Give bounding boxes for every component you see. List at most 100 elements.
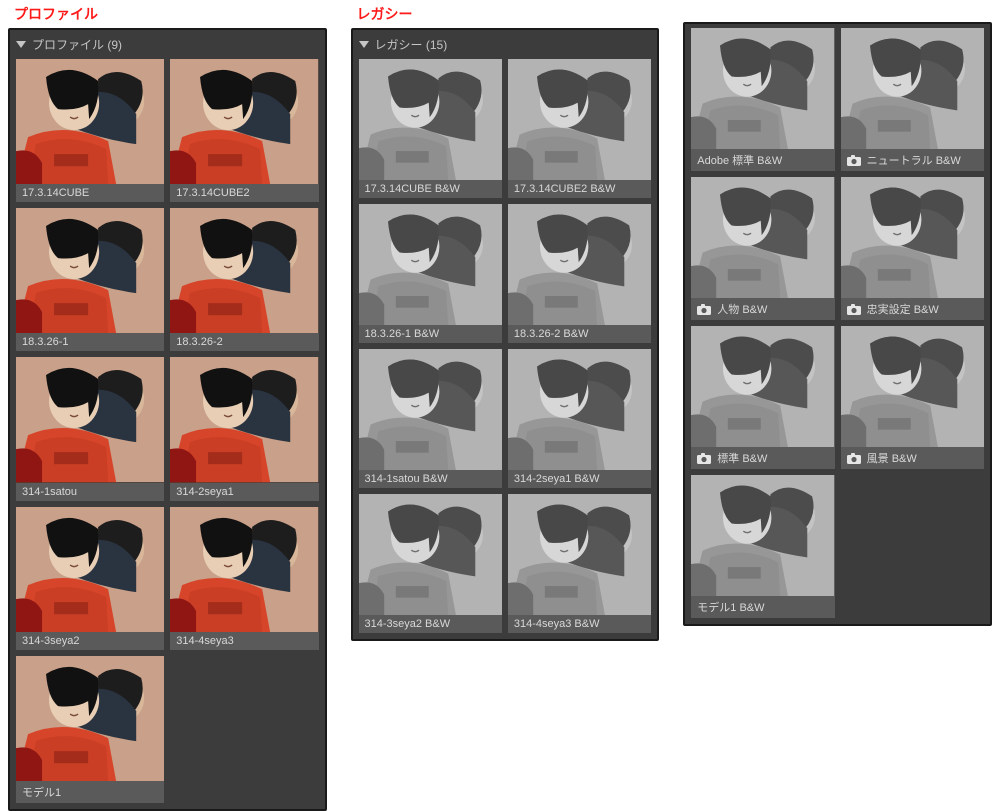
panel-legacy-cont: Adobe 標準 B&W ニュートラル B&W 人物 B&W 忠実設定 B&W 標準 B… xyxy=(683,22,992,626)
profile-tile[interactable]: 人物 B&W xyxy=(691,177,834,320)
panel-legacy: レガシー (15) 17.3.14CUBE B&W 17.3.14CUBE2 B&… xyxy=(351,28,660,641)
profile-label: 17.3.14CUBE xyxy=(22,187,89,199)
profile-caption: 314-4seya3 xyxy=(170,632,318,650)
profile-caption: 標準 B&W xyxy=(691,447,834,469)
profile-label: 314-1satou B&W xyxy=(365,473,448,485)
profile-caption: 18.3.26-1 B&W xyxy=(359,325,502,343)
profile-thumbnail xyxy=(16,208,164,333)
profile-label: 18.3.26-2 B&W xyxy=(514,328,589,340)
profile-tile[interactable]: 17.3.14CUBE B&W xyxy=(359,59,502,198)
profile-tile[interactable]: 314-2seya1 B&W xyxy=(508,349,651,488)
profile-thumbnail xyxy=(359,494,502,615)
profile-tile[interactable]: 18.3.26-2 xyxy=(170,208,318,351)
profile-tile[interactable]: 18.3.26-1 B&W xyxy=(359,204,502,343)
camera-icon xyxy=(847,304,861,315)
section-label-profile: プロファイル xyxy=(14,4,327,24)
profile-tile[interactable]: 314-3seya2 xyxy=(16,507,164,650)
profile-label: 314-4seya3 xyxy=(176,635,234,647)
profile-thumbnail xyxy=(170,59,318,184)
profile-caption: 17.3.14CUBE B&W xyxy=(359,180,502,198)
profile-thumbnail xyxy=(508,204,651,325)
profile-label: 314-2seya1 xyxy=(176,486,234,498)
profile-caption: 314-3seya2 xyxy=(16,632,164,650)
profile-caption: 18.3.26-2 B&W xyxy=(508,325,651,343)
profile-label: 17.3.14CUBE B&W xyxy=(365,183,460,195)
profile-label: 314-4seya3 B&W xyxy=(514,618,600,630)
profile-tile[interactable]: 314-4seya3 B&W xyxy=(508,494,651,633)
camera-icon xyxy=(697,453,711,464)
profile-tile[interactable]: 風景 B&W xyxy=(841,326,984,469)
profile-caption: 314-2seya1 B&W xyxy=(508,470,651,488)
camera-icon xyxy=(847,155,861,166)
profile-tile[interactable]: 忠実設定 B&W xyxy=(841,177,984,320)
profile-label: 17.3.14CUBE2 B&W xyxy=(514,183,616,195)
profile-caption: 18.3.26-2 xyxy=(170,333,318,351)
profile-caption: 314-4seya3 B&W xyxy=(508,615,651,633)
profile-tile[interactable]: 314-3seya2 B&W xyxy=(359,494,502,633)
profile-tile[interactable]: 314-2seya1 xyxy=(170,357,318,500)
profile-tile[interactable]: Adobe 標準 B&W xyxy=(691,28,834,171)
profile-tile[interactable]: モデル1 B&W xyxy=(691,475,834,618)
profile-thumbnail xyxy=(691,177,834,298)
profile-thumbnail xyxy=(841,326,984,447)
profile-thumbnail xyxy=(16,507,164,632)
profile-thumbnail xyxy=(170,357,318,482)
profile-thumbnail xyxy=(841,28,984,149)
profile-caption: 18.3.26-1 xyxy=(16,333,164,351)
profile-thumbnail xyxy=(508,494,651,615)
profile-label: モデル1 xyxy=(22,784,61,800)
profile-tile[interactable]: 314-1satou xyxy=(16,357,164,500)
profile-label: 風景 B&W xyxy=(867,450,917,466)
profile-caption: モデル1 B&W xyxy=(691,596,834,618)
profile-label: モデル1 B&W xyxy=(697,599,764,615)
profile-tile[interactable]: 18.3.26-1 xyxy=(16,208,164,351)
profile-label: 標準 B&W xyxy=(717,450,767,466)
profile-thumbnail xyxy=(16,656,164,781)
profile-tile[interactable]: 314-4seya3 xyxy=(170,507,318,650)
profile-label: 314-3seya2 xyxy=(22,635,80,647)
camera-icon xyxy=(697,304,711,315)
profile-tile[interactable]: 17.3.14CUBE2 xyxy=(170,59,318,202)
profile-label: 314-1satou xyxy=(22,486,77,498)
profile-thumbnail xyxy=(359,349,502,470)
profile-label: Adobe 標準 B&W xyxy=(697,152,782,168)
profile-thumbnail xyxy=(691,326,834,447)
profile-label: 17.3.14CUBE2 xyxy=(176,187,249,199)
profile-thumbnail xyxy=(16,357,164,482)
profile-caption: 忠実設定 B&W xyxy=(841,298,984,320)
profile-thumbnail xyxy=(16,59,164,184)
profile-label: 18.3.26-1 B&W xyxy=(365,328,440,340)
profile-thumbnail xyxy=(170,507,318,632)
profile-thumbnail xyxy=(359,204,502,325)
profile-tile[interactable]: ニュートラル B&W xyxy=(841,28,984,171)
legacy-grid: 17.3.14CUBE B&W 17.3.14CUBE2 B&W 18.3.26-1… xyxy=(359,59,652,633)
profile-label: 18.3.26-1 xyxy=(22,336,68,348)
profile-grid: 17.3.14CUBE 17.3.14CUBE2 18.3.26-1 18.3.26-… xyxy=(16,59,319,803)
profile-tile[interactable]: 314-1satou B&W xyxy=(359,349,502,488)
profile-tile[interactable]: 18.3.26-2 B&W xyxy=(508,204,651,343)
profile-caption: 314-1satou xyxy=(16,483,164,501)
profile-tile[interactable]: 17.3.14CUBE2 B&W xyxy=(508,59,651,198)
panel-title: プロファイル (9) xyxy=(32,36,122,53)
profile-label: 忠実設定 B&W xyxy=(867,301,939,317)
profile-tile[interactable]: 17.3.14CUBE xyxy=(16,59,164,202)
panel-header-legacy[interactable]: レガシー (15) xyxy=(359,34,652,59)
profile-caption: Adobe 標準 B&W xyxy=(691,149,834,171)
profile-caption: モデル1 xyxy=(16,781,164,803)
profile-caption: 風景 B&W xyxy=(841,447,984,469)
profile-caption: 314-1satou B&W xyxy=(359,470,502,488)
profile-label: 人物 B&W xyxy=(717,301,767,317)
profile-caption: 17.3.14CUBE2 B&W xyxy=(508,180,651,198)
chevron-down-icon xyxy=(359,41,369,48)
profile-thumbnail xyxy=(508,349,651,470)
profile-thumbnail xyxy=(691,28,834,149)
profile-tile[interactable]: モデル1 xyxy=(16,656,164,803)
profile-caption: 314-3seya2 B&W xyxy=(359,615,502,633)
camera-icon xyxy=(847,453,861,464)
profile-thumbnail xyxy=(508,59,651,180)
profile-tile[interactable]: 標準 B&W xyxy=(691,326,834,469)
profile-thumbnail xyxy=(841,177,984,298)
panel-header-profile[interactable]: プロファイル (9) xyxy=(16,34,319,59)
profile-caption: 314-2seya1 xyxy=(170,483,318,501)
profile-caption: 人物 B&W xyxy=(691,298,834,320)
